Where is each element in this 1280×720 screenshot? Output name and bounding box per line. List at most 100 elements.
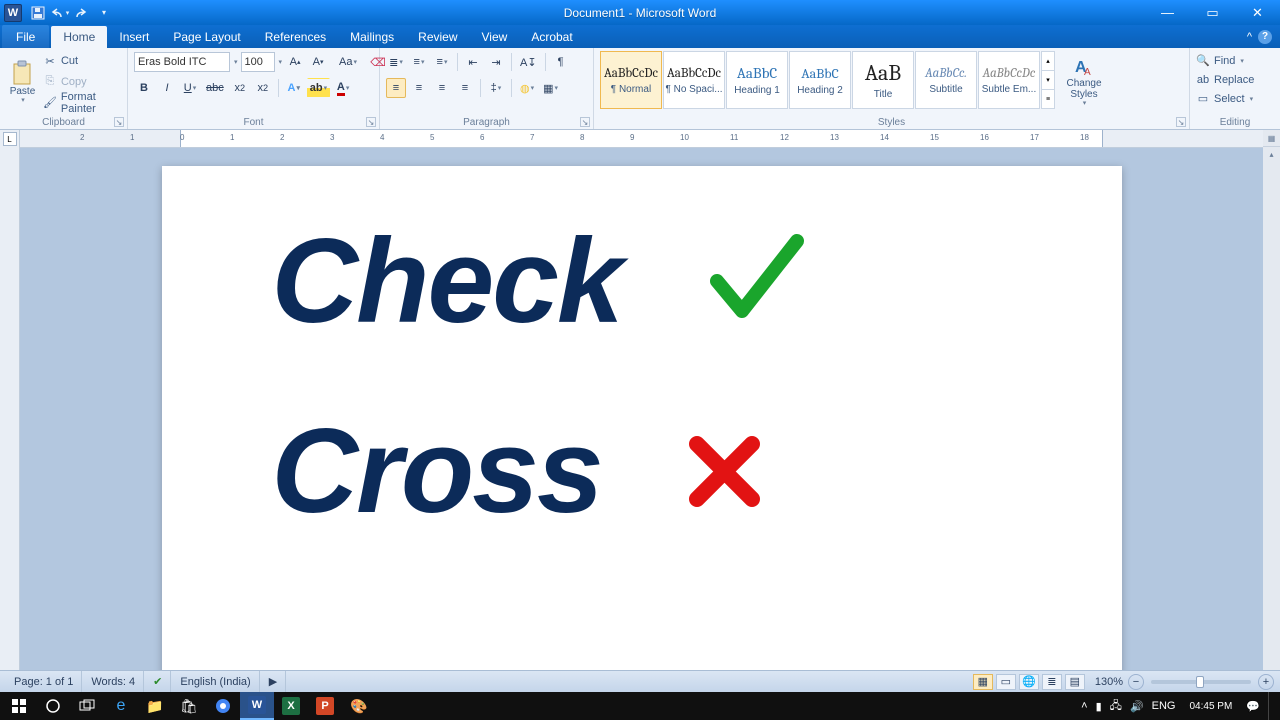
show-desktop-button[interactable] <box>1268 692 1274 720</box>
style-heading2[interactable]: AaBbCHeading 2 <box>789 51 851 109</box>
style-heading1[interactable]: AaBbCHeading 1 <box>726 51 788 109</box>
tray-notifications-icon[interactable]: 💬 <box>1246 700 1260 713</box>
underline-button[interactable]: U▾ <box>180 78 200 98</box>
shading-button[interactable]: ◍▾ <box>517 78 537 98</box>
find-button[interactable]: 🔍Find▾ <box>1196 51 1274 70</box>
status-words[interactable]: Words: 4 <box>83 671 144 692</box>
view-outline-button[interactable]: ≣ <box>1042 674 1062 690</box>
status-macro[interactable]: ▶ <box>261 671 286 692</box>
borders-button[interactable]: ▦▾ <box>540 78 561 98</box>
line-spacing-button[interactable]: ‡▾ <box>486 78 506 98</box>
view-draft-button[interactable]: ▤ <box>1065 674 1085 690</box>
bullets-button[interactable]: ≣▾ <box>386 52 406 72</box>
font-launcher-icon[interactable]: ↘ <box>366 117 376 127</box>
style-subtle-em[interactable]: AaBbCcDcSubtle Em... <box>978 51 1040 109</box>
ruler-toggle-icon[interactable]: ▦ <box>1263 130 1280 147</box>
tab-selector[interactable]: L <box>3 132 17 146</box>
bold-button[interactable]: B <box>134 78 154 98</box>
taskbar-powerpoint[interactable]: P <box>308 692 342 720</box>
change-case-button[interactable]: Aa▾ <box>338 52 358 72</box>
zoom-out-button[interactable]: − <box>1128 674 1144 690</box>
tray-language[interactable]: ENG <box>1152 700 1176 712</box>
grow-font-button[interactable]: A▴ <box>285 52 305 72</box>
tray-clock[interactable]: 04:45 PM <box>1183 701 1238 712</box>
paragraph-launcher-icon[interactable]: ↘ <box>580 117 590 127</box>
tray-battery-icon[interactable]: ▮ <box>1096 700 1102 713</box>
view-web-button[interactable]: 🌐 <box>1019 674 1039 690</box>
tab-page-layout[interactable]: Page Layout <box>161 26 252 48</box>
cortana-button[interactable] <box>36 692 70 720</box>
replace-button[interactable]: abReplace <box>1196 70 1274 89</box>
copy-button[interactable]: ⎘Copy <box>43 72 121 91</box>
multilevel-button[interactable]: ≡▾ <box>432 52 452 72</box>
numbering-button[interactable]: ≡▾ <box>409 52 429 72</box>
superscript-button[interactable]: x2 <box>253 78 273 98</box>
decrease-indent-button[interactable]: ⇤ <box>463 52 483 72</box>
italic-button[interactable]: I <box>157 78 177 98</box>
taskbar-edge[interactable]: e <box>104 692 138 720</box>
taskbar-word[interactable]: W <box>240 692 274 720</box>
select-button[interactable]: ▭Select▾ <box>1196 89 1274 108</box>
clipboard-launcher-icon[interactable]: ↘ <box>114 117 124 127</box>
document-canvas[interactable]: Check Cross <box>20 148 1263 670</box>
close-button[interactable]: ✕ <box>1235 0 1280 25</box>
style-title[interactable]: AaBTitle <box>852 51 914 109</box>
status-proofing[interactable]: ✔ <box>145 671 171 692</box>
format-painter-button[interactable]: 🖌Format Painter <box>43 93 121 112</box>
help-icon[interactable]: ? <box>1258 30 1272 44</box>
taskbar-paint[interactable]: 🎨 <box>342 692 376 720</box>
align-left-button[interactable]: ≡ <box>386 78 406 98</box>
styles-more-button[interactable]: ▴ ▾ ≡ <box>1041 51 1055 109</box>
change-styles-button[interactable]: AA Change Styles▾ <box>1060 51 1108 113</box>
show-marks-button[interactable]: ¶ <box>551 52 571 72</box>
taskbar-store[interactable]: 🛍 <box>172 692 206 720</box>
status-language[interactable]: English (India) <box>172 671 259 692</box>
minimize-ribbon-icon[interactable]: ^ <box>1247 31 1252 43</box>
zoom-slider[interactable] <box>1151 680 1251 684</box>
tab-review[interactable]: Review <box>406 26 469 48</box>
cut-button[interactable]: ✂Cut <box>43 52 121 71</box>
align-center-button[interactable]: ≡ <box>409 78 429 98</box>
highlight-button[interactable]: ab▾ <box>307 78 330 98</box>
styles-launcher-icon[interactable]: ↘ <box>1176 117 1186 127</box>
view-print-layout-button[interactable]: ▦ <box>973 674 993 690</box>
style-normal[interactable]: AaBbCcDc¶ Normal <box>600 51 662 109</box>
style-no-spacing[interactable]: AaBbCcDc¶ No Spaci... <box>663 51 725 109</box>
tray-network-icon[interactable]: 🖧 <box>1110 697 1122 716</box>
tab-acrobat[interactable]: Acrobat <box>519 26 584 48</box>
strikethrough-button[interactable]: abc <box>203 78 227 98</box>
taskbar-chrome[interactable] <box>206 692 240 720</box>
horizontal-ruler[interactable]: 210123456789101112131415161718 <box>20 130 1263 148</box>
zoom-in-button[interactable]: + <box>1258 674 1274 690</box>
taskbar-explorer[interactable]: 📁 <box>138 692 172 720</box>
paste-button[interactable]: Paste▾ <box>6 51 39 113</box>
tab-insert[interactable]: Insert <box>107 26 161 48</box>
increase-indent-button[interactable]: ⇥ <box>486 52 506 72</box>
task-view-button[interactable] <box>70 692 104 720</box>
style-subtitle[interactable]: AaBbCc.Subtitle <box>915 51 977 109</box>
taskbar-excel[interactable]: X <box>274 692 308 720</box>
sort-button[interactable]: A↧ <box>517 52 540 72</box>
undo-icon[interactable]: ▾ <box>52 5 68 21</box>
view-full-screen-button[interactable]: ▭ <box>996 674 1016 690</box>
redo-icon[interactable] <box>74 5 90 21</box>
status-page[interactable]: Page: 1 of 1 <box>6 671 82 692</box>
save-icon[interactable] <box>30 5 46 21</box>
file-tab[interactable]: File <box>2 25 49 48</box>
align-right-button[interactable]: ≡ <box>432 78 452 98</box>
font-size-combo[interactable] <box>241 52 275 72</box>
shrink-font-button[interactable]: A▾ <box>308 52 328 72</box>
tab-view[interactable]: View <box>470 26 520 48</box>
font-color-button[interactable]: A▾ <box>333 78 353 98</box>
minimize-button[interactable]: — <box>1145 0 1190 25</box>
zoom-value[interactable]: 130% <box>1095 676 1123 688</box>
qat-customize-icon[interactable]: ▾ <box>96 5 112 21</box>
tab-home[interactable]: Home <box>51 26 107 48</box>
start-button[interactable] <box>2 692 36 720</box>
subscript-button[interactable]: x2 <box>230 78 250 98</box>
tab-references[interactable]: References <box>253 26 338 48</box>
justify-button[interactable]: ≡ <box>455 78 475 98</box>
tab-mailings[interactable]: Mailings <box>338 26 406 48</box>
font-name-combo[interactable] <box>134 52 230 72</box>
maximize-button[interactable]: ▭ <box>1190 0 1235 25</box>
